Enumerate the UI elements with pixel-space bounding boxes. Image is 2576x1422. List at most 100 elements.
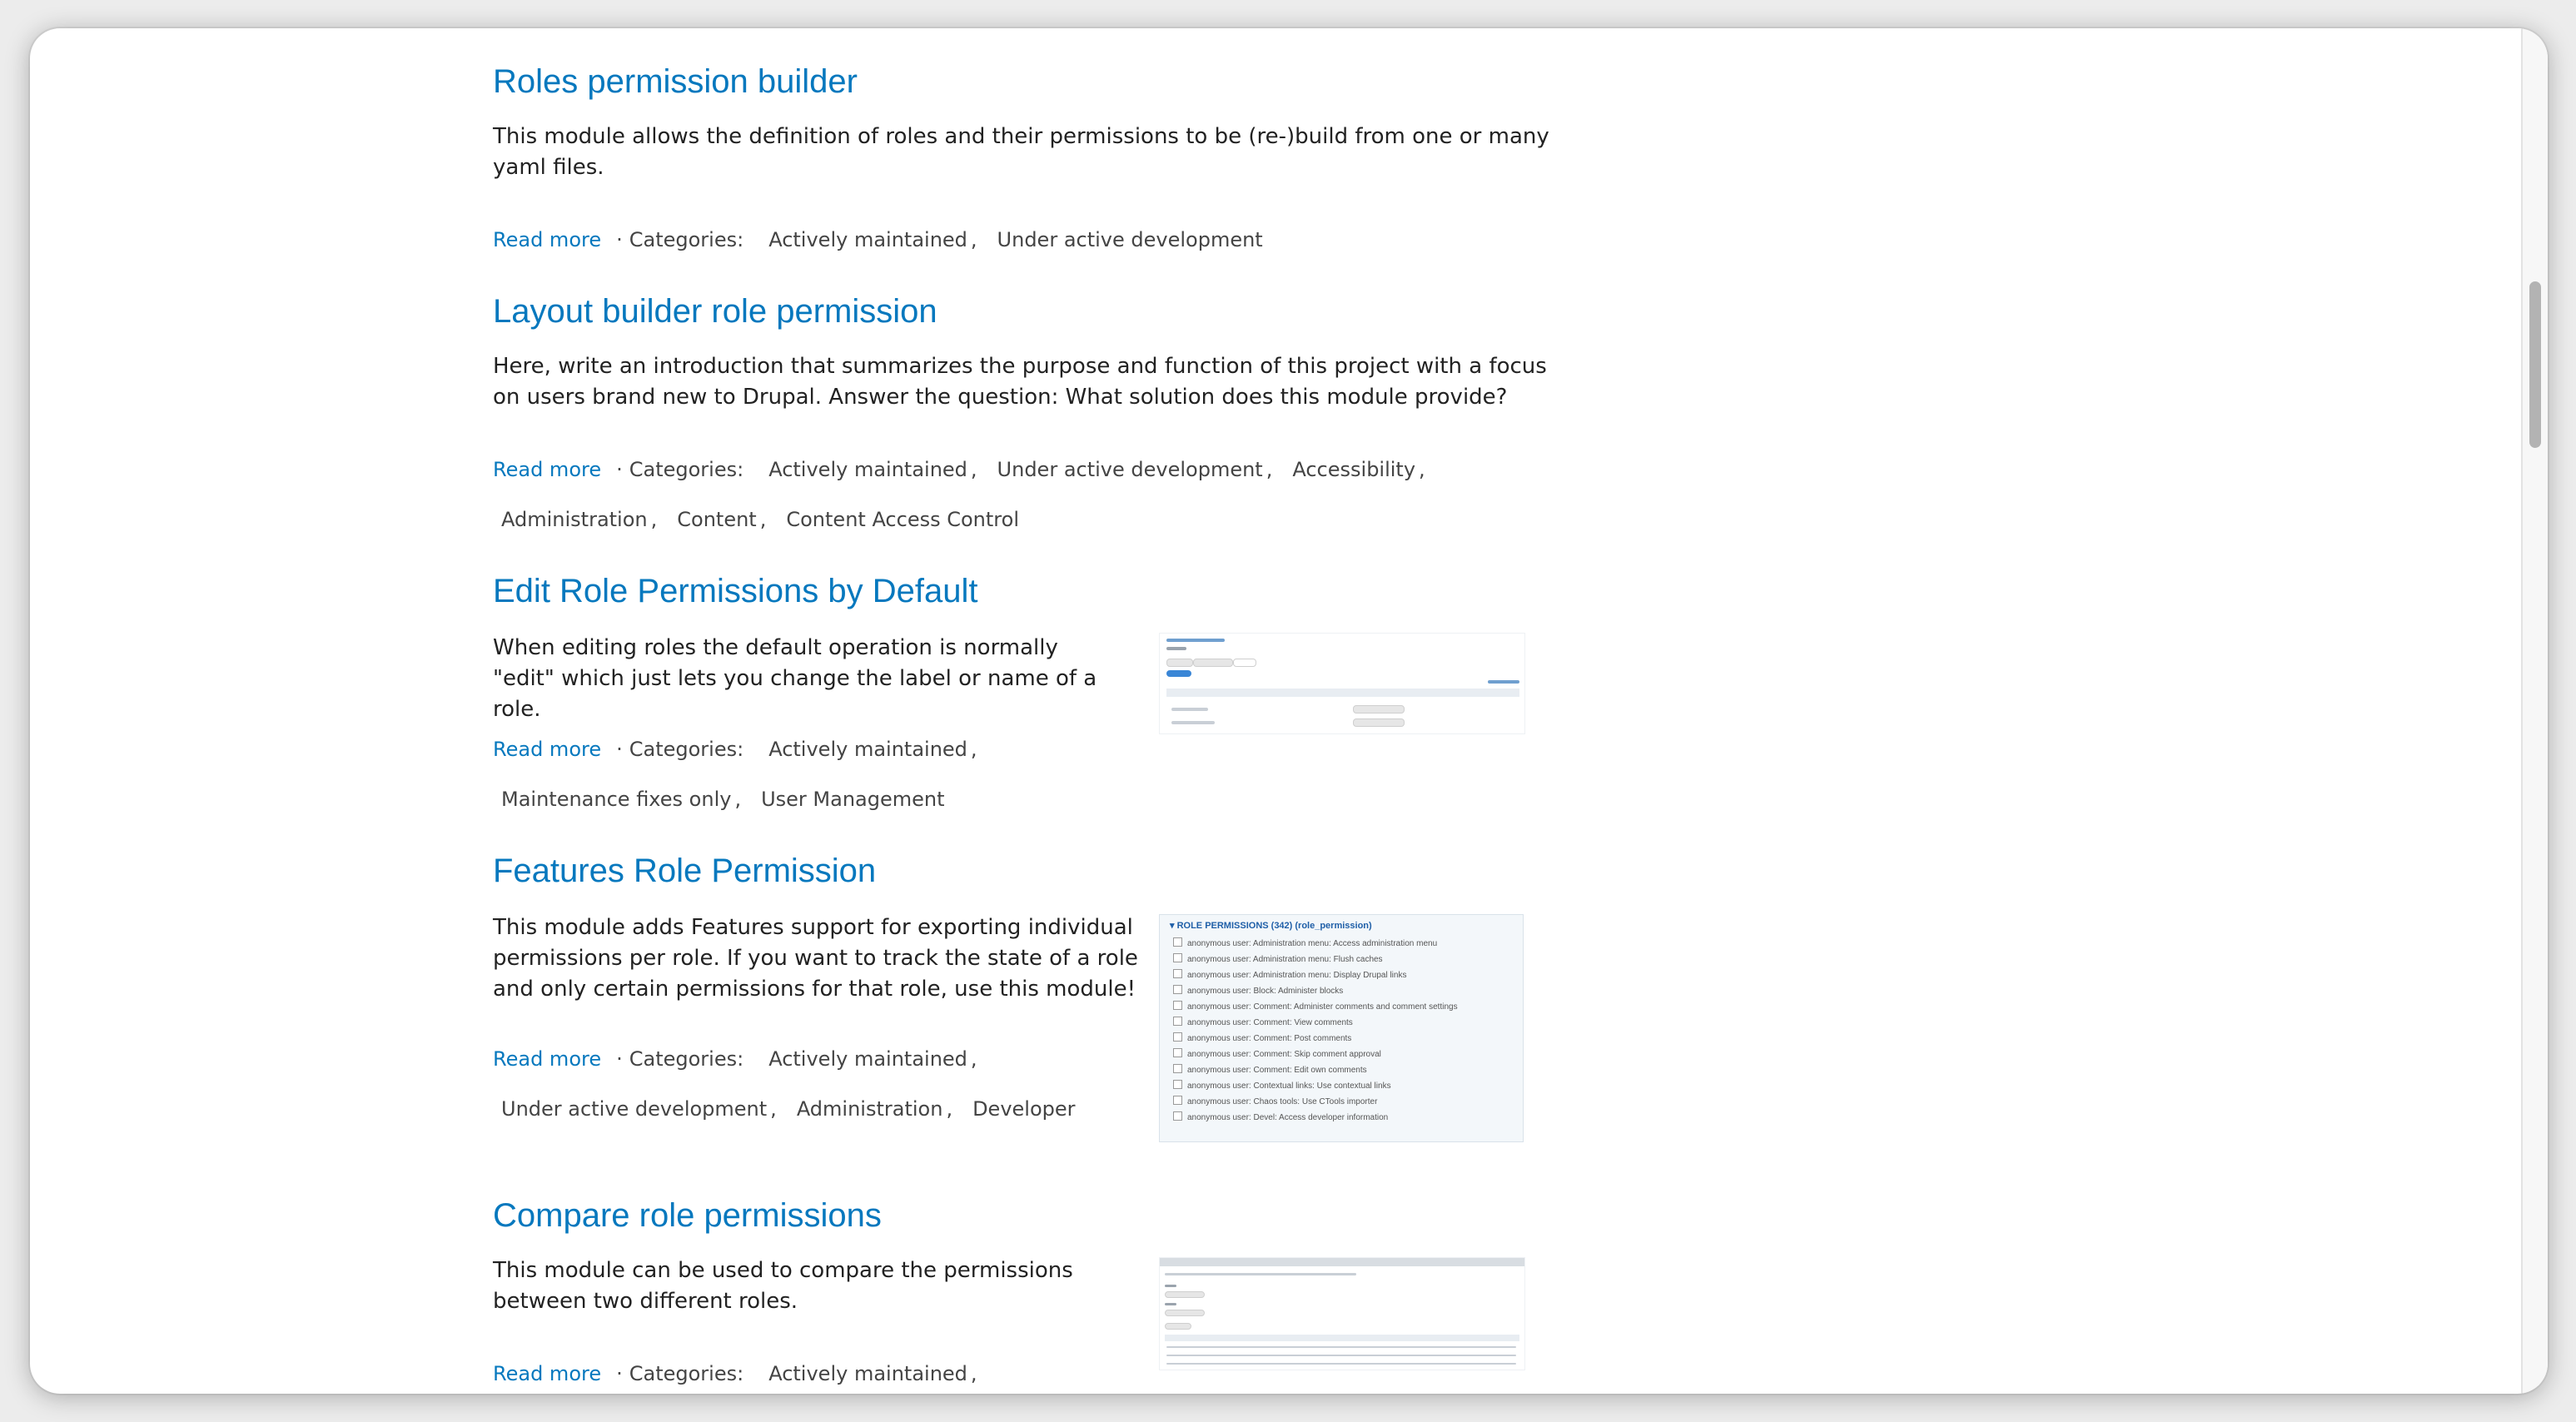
thumbnail-permission-row: anonymous user: Comment: Skip comment ap… bbox=[1173, 1047, 1381, 1062]
thumbnail-select bbox=[1165, 1291, 1205, 1298]
category-link[interactable]: Content Access Control bbox=[778, 508, 1022, 531]
project-meta: Read more · Categories: Actively maintained… bbox=[493, 223, 1266, 256]
category-separator: , bbox=[970, 1362, 977, 1385]
thumbnail-permission-label: anonymous user: Contextual links: Use co… bbox=[1187, 1081, 1391, 1091]
thumbnail-permission-label: anonymous user: Chaos tools: Use CTools … bbox=[1187, 1097, 1378, 1106]
thumbnail-table-header bbox=[1166, 689, 1519, 697]
category-link[interactable]: Actively maintained bbox=[760, 738, 971, 761]
project-title-link[interactable]: Features Role Permission bbox=[493, 853, 876, 890]
category-separator: , bbox=[759, 508, 767, 531]
project-meta-continued: Administration, Content, Content Access Co… bbox=[493, 503, 1022, 536]
thumbnail-permission-row: anonymous user: Comment: Edit own commen… bbox=[1173, 1063, 1367, 1078]
thumbnail-permission-label: anonymous user: Comment: View comments bbox=[1187, 1018, 1353, 1027]
category-link[interactable]: Under active development bbox=[493, 1097, 770, 1121]
thumbnail-permission-label: anonymous user: Comment: Edit own commen… bbox=[1187, 1066, 1367, 1075]
category-link[interactable]: Actively maintained bbox=[760, 1362, 971, 1385]
checkbox-icon bbox=[1173, 1111, 1182, 1121]
project-meta: Read more · Categories: Actively maintained… bbox=[493, 1357, 989, 1390]
thumbnail-label bbox=[1165, 1285, 1176, 1287]
read-more-link[interactable]: Read more bbox=[493, 1047, 601, 1071]
project-screenshot-thumbnail[interactable] bbox=[1159, 633, 1525, 734]
thumbnail-permission-label: anonymous user: Comment: Skip comment ap… bbox=[1187, 1050, 1381, 1059]
category-link[interactable]: Actively maintained bbox=[760, 458, 971, 481]
thumbnail-tab bbox=[1193, 659, 1233, 667]
category-link[interactable]: User Management bbox=[753, 788, 947, 811]
categories-label: Categories: bbox=[629, 1047, 744, 1071]
thumbnail-button bbox=[1165, 1323, 1191, 1330]
read-more-link[interactable]: Read more bbox=[493, 458, 601, 481]
checkbox-icon bbox=[1173, 953, 1182, 962]
read-more-link[interactable]: Read more bbox=[493, 738, 601, 761]
thumbnail-row-button bbox=[1353, 705, 1405, 713]
project-description: This module can be used to compare the p… bbox=[493, 1258, 1073, 1314]
category-link[interactable]: Administration bbox=[493, 508, 651, 531]
thumbnail-permission-row: anonymous user: Devel: Access developer … bbox=[1173, 1111, 1388, 1126]
meta-separator: · bbox=[616, 228, 623, 251]
thumbnail-row bbox=[1166, 1346, 1516, 1348]
category-separator: , bbox=[650, 508, 658, 531]
category-link[interactable]: Under active development bbox=[989, 228, 1266, 251]
category-link[interactable]: Maintenance fixes only bbox=[493, 788, 734, 811]
checkbox-icon bbox=[1173, 1048, 1182, 1057]
thumbnail-text bbox=[1165, 1273, 1356, 1275]
thumbnail-permission-label: anonymous user: Block: Administer blocks bbox=[1187, 987, 1344, 996]
project-meta: Read more · Categories: Actively maintained… bbox=[493, 1042, 989, 1076]
thumbnail-select bbox=[1165, 1310, 1205, 1316]
categories-label: Categories: bbox=[629, 1362, 744, 1385]
project-screenshot-thumbnail[interactable]: ▾ ROLE PERMISSIONS (342) (role_permissio… bbox=[1159, 914, 1524, 1142]
thumbnail-permission-label: anonymous user: Administration menu: Acc… bbox=[1187, 939, 1438, 948]
meta-separator: · bbox=[616, 1047, 623, 1071]
category-link[interactable]: Developer bbox=[964, 1097, 1078, 1121]
project-title-link[interactable]: Compare role permissions bbox=[493, 1197, 882, 1235]
meta-separator: · bbox=[616, 1362, 623, 1385]
category-link[interactable]: Under active development bbox=[989, 458, 1266, 481]
category-link[interactable]: Actively maintained bbox=[760, 1047, 971, 1071]
thumbnail-permission-row: anonymous user: Comment: Post comments bbox=[1173, 1032, 1351, 1047]
thumbnail-permission-row: anonymous user: Comment: Administer comm… bbox=[1173, 1000, 1458, 1015]
thumbnail-row bbox=[1171, 708, 1208, 711]
thumbnail-label bbox=[1165, 1303, 1176, 1305]
category-separator: , bbox=[946, 1097, 953, 1121]
read-more-link[interactable]: Read more bbox=[493, 1362, 601, 1385]
category-separator: , bbox=[970, 458, 977, 481]
project-title-link[interactable]: Layout builder role permission bbox=[493, 293, 937, 331]
thumbnail-breadcrumb bbox=[1166, 639, 1225, 642]
thumbnail-permission-row: anonymous user: Chaos tools: Use CTools … bbox=[1173, 1095, 1377, 1110]
meta-separator: · bbox=[616, 458, 623, 481]
browser-window: Roles permission builder This module all… bbox=[30, 28, 2548, 1394]
category-link[interactable]: Actively maintained bbox=[760, 228, 971, 251]
checkbox-icon bbox=[1173, 1096, 1182, 1105]
thumbnail-permission-label: anonymous user: Administration menu: Dis… bbox=[1187, 971, 1407, 980]
category-separator: , bbox=[970, 228, 977, 251]
project-description: This module adds Features support for ex… bbox=[493, 915, 1138, 1002]
category-separator: , bbox=[1266, 458, 1273, 481]
thumbnail-permission-label: anonymous user: Devel: Access developer … bbox=[1187, 1113, 1389, 1122]
project-title-link[interactable]: Roles permission builder bbox=[493, 63, 858, 101]
checkbox-icon bbox=[1173, 1032, 1182, 1042]
thumbnail-tab bbox=[1166, 659, 1193, 667]
project-title-link[interactable]: Edit Role Permissions by Default bbox=[493, 573, 977, 610]
project-meta: Read more · Categories: Actively maintained… bbox=[493, 453, 1437, 486]
categories-label: Categories: bbox=[629, 228, 744, 251]
thumbnail-header-bar bbox=[1160, 1258, 1524, 1266]
thumbnail-permission-label: anonymous user: Comment: Post comments bbox=[1187, 1034, 1352, 1043]
category-link[interactable]: Accessibility bbox=[1284, 458, 1419, 481]
thumbnail-row bbox=[1171, 721, 1215, 724]
project-meta: Read more · Categories: Actively maintained… bbox=[493, 733, 989, 766]
thumbnail-button bbox=[1166, 670, 1191, 677]
category-link[interactable]: Content bbox=[669, 508, 759, 531]
category-separator: , bbox=[1419, 458, 1425, 481]
thumbnail-table-header bbox=[1165, 1335, 1519, 1341]
thumbnail-row bbox=[1166, 1363, 1516, 1365]
category-link[interactable]: Administration bbox=[788, 1097, 947, 1121]
project-description: This module allows the definition of rol… bbox=[493, 124, 1549, 180]
vertical-scrollbar[interactable] bbox=[2521, 28, 2548, 1394]
category-separator: , bbox=[970, 1047, 977, 1071]
project-meta-continued: Under active development, Administration,… bbox=[493, 1092, 1079, 1126]
project-screenshot-thumbnail[interactable] bbox=[1159, 1257, 1525, 1370]
thumbnail-tab bbox=[1233, 659, 1256, 667]
thumbnail-row-button bbox=[1353, 718, 1405, 727]
read-more-link[interactable]: Read more bbox=[493, 228, 601, 251]
checkbox-icon bbox=[1173, 1080, 1182, 1089]
scrollbar-thumb[interactable] bbox=[2529, 281, 2541, 448]
